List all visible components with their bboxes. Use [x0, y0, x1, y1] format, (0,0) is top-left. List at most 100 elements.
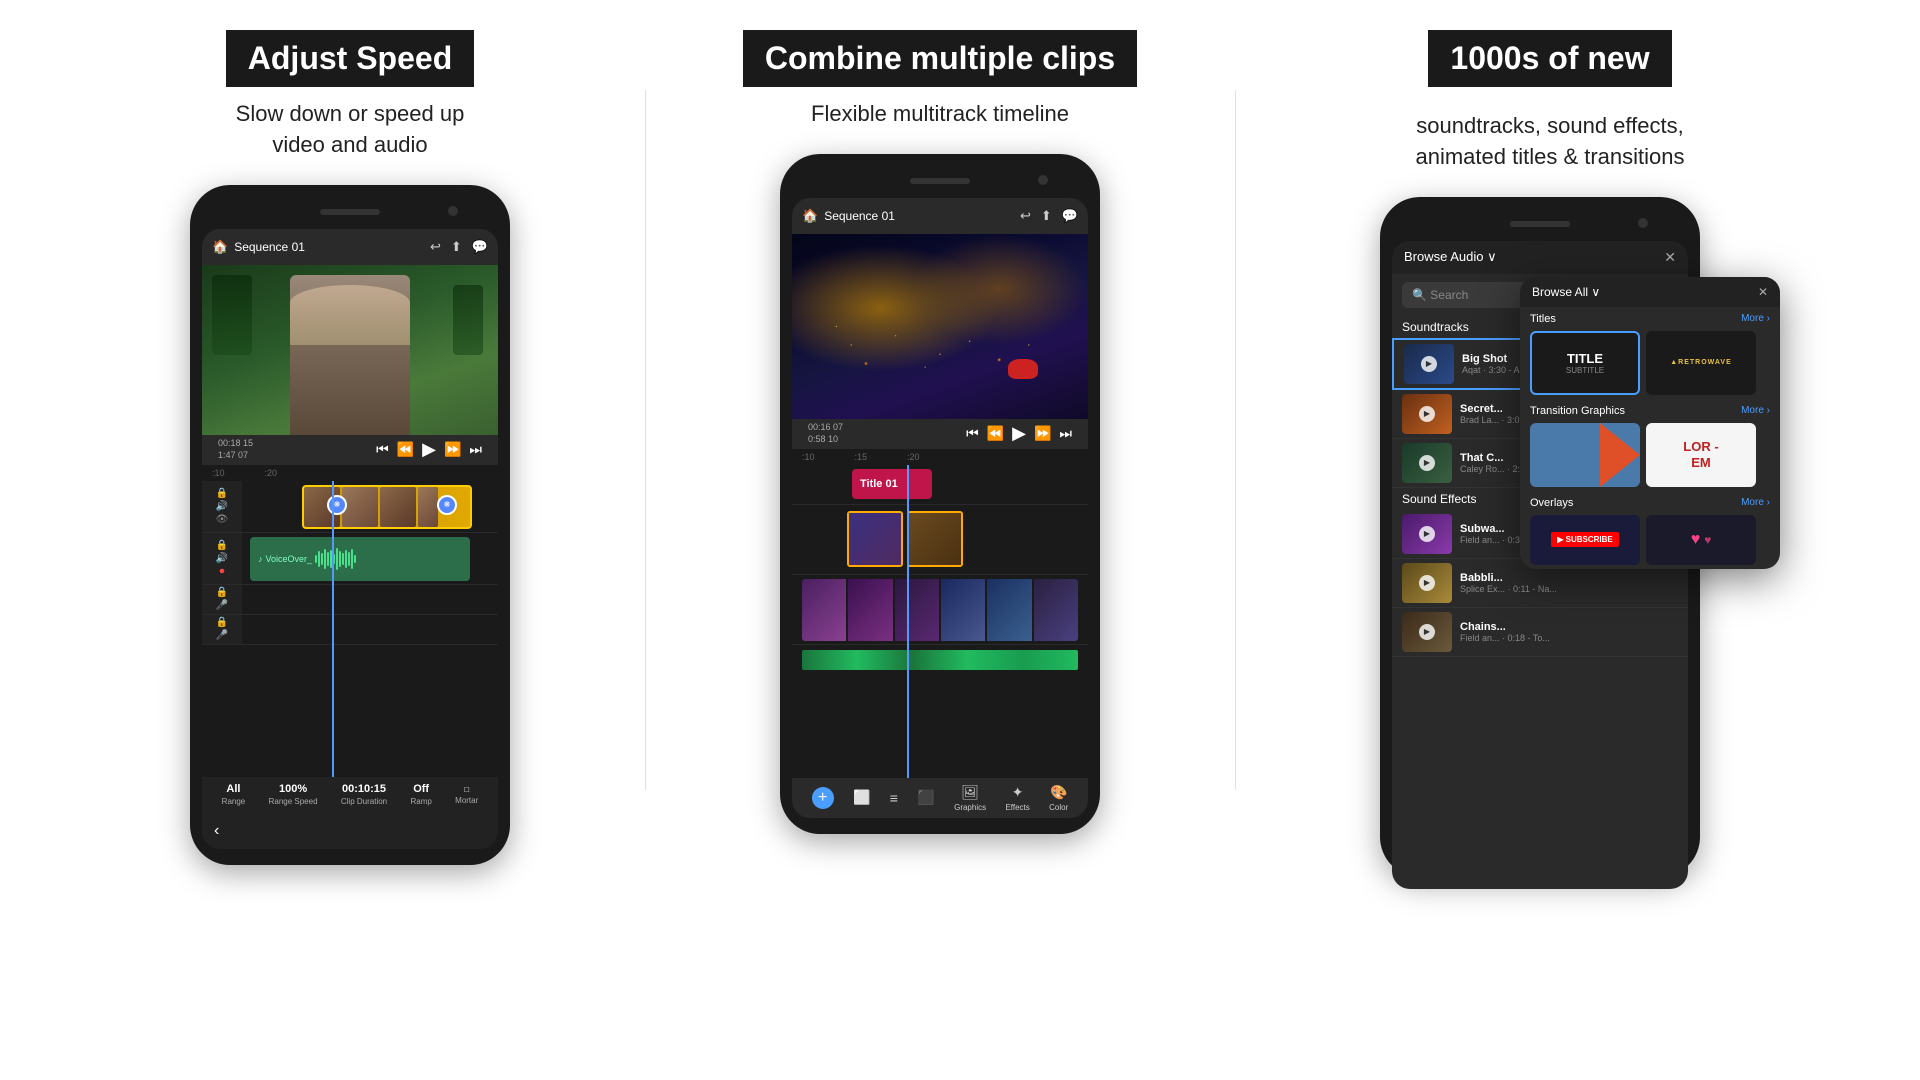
play-btn-1[interactable]: ▶: [422, 439, 436, 460]
lock-icon-3: 🔒: [216, 587, 228, 598]
waveform-track: [792, 645, 1088, 675]
undo-icon-2[interactable]: ↩: [1020, 208, 1031, 224]
timeline-controls-2: 00:16 07 0:58 10 ⏮ ⏪ ▶ ⏩ ⏭: [792, 419, 1088, 449]
section-new-content: 1000s of new soundtracks, sound effects,…: [1240, 30, 1860, 877]
tool-graphics[interactable]: 🖼 Graphics: [954, 784, 986, 812]
comment-icon-1[interactable]: 💬: [472, 239, 488, 255]
undo-icon-1[interactable]: ↩: [430, 239, 441, 255]
speed-handle-left[interactable]: ❋: [327, 495, 347, 515]
fp-trans-chevron[interactable]: [1530, 423, 1640, 487]
tool-effects[interactable]: ✦ Effects: [1005, 784, 1029, 812]
phone-speaker-3: [1510, 221, 1570, 227]
track-controls-video-1: 🔒 🔊 👁: [202, 481, 242, 532]
city-lights: [792, 234, 1088, 419]
tool-add[interactable]: +: [812, 787, 834, 809]
phone-adjust-speed: 🏠 Sequence 01 ↩ ⬆ 💬: [190, 185, 510, 865]
close-icon-panel[interactable]: ✕: [1664, 249, 1676, 266]
comment-icon-2[interactable]: 💬: [1062, 208, 1078, 224]
step-forward-icon-2[interactable]: ⏩: [1034, 425, 1051, 442]
fp-title-card-2[interactable]: ▲RETROWAVE: [1646, 331, 1756, 395]
play-secret[interactable]: ▶: [1419, 406, 1435, 422]
mic-icon-1: 🎤: [216, 600, 228, 611]
play-btn-2[interactable]: ▶: [1012, 423, 1026, 444]
play-babbli[interactable]: ▶: [1419, 575, 1435, 591]
play-chains[interactable]: ▶: [1419, 624, 1435, 640]
skip-forward-icon-2[interactable]: ⏭: [1059, 425, 1072, 442]
playhead-1: [332, 481, 334, 777]
bottom-nav-1: ‹: [202, 813, 498, 849]
timeline-ruler-2: :10 :15 :20: [792, 449, 1088, 465]
play-subway[interactable]: ▶: [1419, 526, 1435, 542]
fp-overlays-section: Overlays More › ▶ SUBSCRIBE ♥ ♥: [1520, 491, 1780, 569]
play-thatc[interactable]: ▶: [1419, 455, 1435, 471]
record-icon-1[interactable]: ⏺: [220, 566, 225, 577]
fp-overlay-hearts[interactable]: ♥ ♥: [1646, 515, 1756, 565]
mt-clip-1[interactable]: [847, 511, 903, 567]
video-multitrack-row: [792, 505, 1088, 575]
audio-icon-1: 🔊: [216, 501, 228, 512]
title-card-main-text: TITLE: [1567, 351, 1603, 366]
step-back-icon-1[interactable]: ⏪: [397, 441, 414, 458]
share-icon-1[interactable]: ⬆: [451, 239, 462, 255]
playback-controls-2[interactable]: ⏮ ⏪ ▶ ⏩ ⏭: [966, 423, 1072, 444]
speed-item-ramp[interactable]: Off Ramp: [410, 783, 431, 806]
fp-overlays-header: Overlays More ›: [1530, 497, 1770, 509]
skip-back-icon-1[interactable]: ⏮: [376, 441, 389, 458]
skip-back-icon-2[interactable]: ⏮: [966, 425, 979, 442]
ruler-mark-10-2: :10: [802, 452, 815, 462]
phone-screen-1: 🏠 Sequence 01 ↩ ⬆ 💬: [202, 229, 498, 849]
add-icon-2[interactable]: +: [812, 787, 834, 809]
section-adjust-speed: Adjust Speed Slow down or speed upvideo …: [60, 30, 640, 865]
tool-color[interactable]: 🎨 Color: [1049, 784, 1068, 812]
ruler-mark-15-2: :15: [855, 452, 868, 462]
fp-title-card-1[interactable]: TITLE SUBTITLE: [1530, 331, 1640, 395]
graphics-label: Graphics: [954, 803, 986, 812]
close-icon-fp[interactable]: ✕: [1758, 285, 1768, 299]
heart-icon-1: ♥: [1691, 531, 1701, 549]
speed-handle-right[interactable]: ❋: [437, 495, 457, 515]
speed-item-range-speed[interactable]: 100% Range Speed: [269, 783, 318, 806]
share-icon-2[interactable]: ⬆: [1041, 208, 1052, 224]
audio-clip-1[interactable]: ♪ VoiceOver_: [250, 537, 470, 581]
tool-split[interactable]: ≡: [890, 790, 898, 806]
playback-controls-1[interactable]: ⏮ ⏪ ▶ ⏩ ⏭: [376, 439, 482, 460]
search-icon-panel: 🔍: [1412, 288, 1430, 302]
speed-item-duration[interactable]: 00:10:15 Clip Duration: [341, 783, 387, 806]
play-bigshot[interactable]: ▶: [1421, 356, 1437, 372]
speed-item-all[interactable]: All Range: [222, 783, 246, 806]
music-icon-1: ♪: [258, 554, 263, 564]
speed-item-mortar[interactable]: □ Mortar: [455, 785, 478, 805]
effects-icon: ✦: [1012, 784, 1024, 801]
title-clip[interactable]: Title 01: [852, 469, 932, 499]
long-video-track: [792, 575, 1088, 645]
tool-trim[interactable]: ⬜: [853, 789, 870, 806]
fp-transitions-items: LOR -EM: [1530, 423, 1770, 487]
track-entry-chains[interactable]: ▶ Chains... Field an... · 0:18 - To...: [1392, 608, 1688, 657]
mt-clip-2[interactable]: [907, 511, 963, 567]
timeline-controls-1: 00:18 15 1:47 07 ⏮ ⏪ ▶ ⏩ ⏭: [202, 435, 498, 465]
track-detail-babbli: Splice Ex... · 0:11 - Na...: [1460, 584, 1678, 594]
timeline-ruler-1: :10 :20: [202, 465, 498, 481]
step-back-icon-2[interactable]: ⏪: [987, 425, 1004, 442]
audio-track-content-1: ♪ VoiceOver_: [242, 533, 498, 584]
skip-forward-icon-1[interactable]: ⏭: [469, 441, 482, 458]
fp-titles-more[interactable]: More ›: [1741, 313, 1770, 324]
tool-move[interactable]: ⬛: [917, 789, 934, 806]
track-info-babbli: Babbli... Splice Ex... · 0:11 - Na...: [1460, 572, 1678, 594]
track-thumb-subway: ▶: [1402, 514, 1452, 554]
lock-icon-2: 🔒: [216, 540, 228, 551]
phone-top-bar-1: [202, 201, 498, 223]
eye-icon-1: 👁: [216, 514, 229, 525]
back-arrow-1[interactable]: ‹: [214, 822, 219, 840]
waveform-1: [315, 544, 356, 574]
step-forward-icon-1[interactable]: ⏩: [444, 441, 461, 458]
video-track-row-1: 🔒 🔊 👁 ❋ ❋: [202, 481, 498, 533]
track-thumb-chains: ▶: [1402, 612, 1452, 652]
audio-icon-2: 🔊: [216, 553, 228, 564]
fp-overlay-subscribe[interactable]: ▶ SUBSCRIBE: [1530, 515, 1640, 565]
move-icon: ⬛: [917, 789, 934, 806]
fp-overlays-more[interactable]: More ›: [1741, 497, 1770, 508]
fp-transitions-more[interactable]: More ›: [1741, 405, 1770, 416]
fp-trans-lorem[interactable]: LOR -EM: [1646, 423, 1756, 487]
lorem-text: LOR -EM: [1683, 439, 1718, 470]
